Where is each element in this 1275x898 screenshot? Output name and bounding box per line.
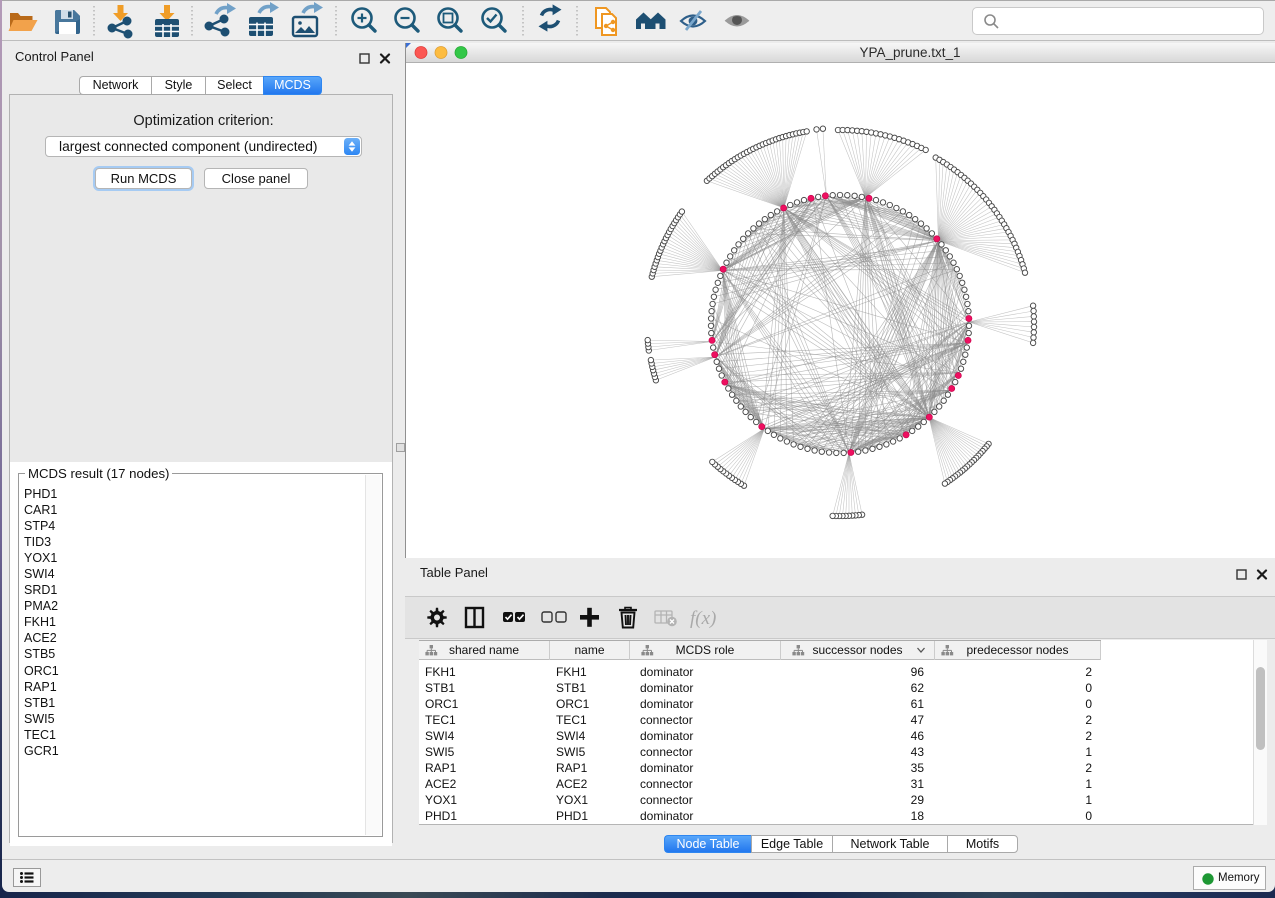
svg-text:f(x): f(x) (690, 608, 716, 629)
